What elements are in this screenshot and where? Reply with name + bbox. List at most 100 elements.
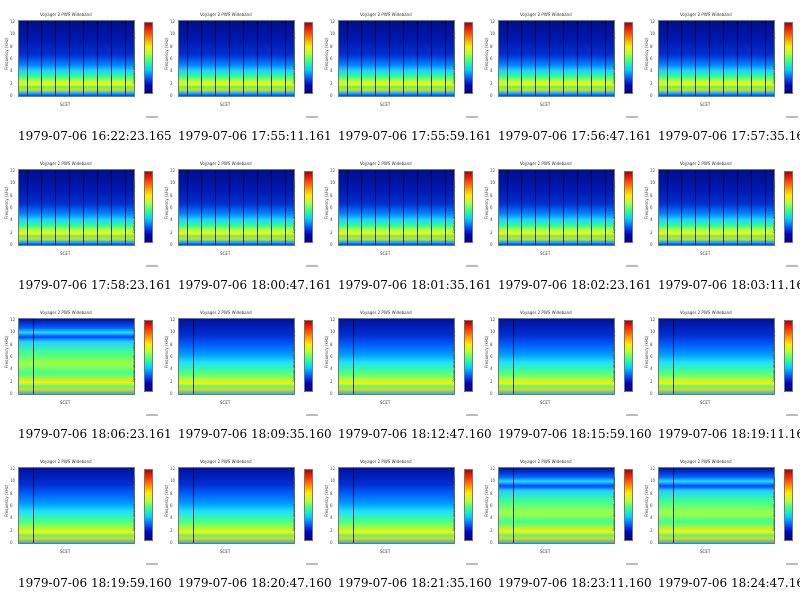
interference-line <box>549 170 550 245</box>
scet-label: SCET <box>380 102 391 107</box>
spectrogram-tile: Voyager 2 PWS Wideband Frequency (kHz) 12 1… <box>480 149 652 298</box>
footer-stamp <box>146 116 158 118</box>
spectrogram-panel: Voyager 2 PWS Wideband Frequency (kHz) 12 1… <box>0 447 160 567</box>
interference-line <box>709 170 710 245</box>
scet-label: SCET <box>700 400 711 405</box>
footer-stamp <box>306 265 318 267</box>
colorbar <box>144 171 153 243</box>
plot-timestamp-caption: 1979-07-06 18:12:47.160 <box>338 427 492 441</box>
colorbar <box>464 320 473 392</box>
spectrogram-panel: Voyager 2 PWS Wideband Frequency (kHz) 12 1… <box>0 298 160 418</box>
spectrogram-tile: Voyager 2 PWS Wideband Frequency (kHz) 12 1… <box>480 0 652 149</box>
y-tick-label: 2 <box>170 527 173 533</box>
interference-line <box>69 21 70 96</box>
y-tick-label: 10 <box>170 180 176 186</box>
y-tick-label: 0 <box>330 241 333 247</box>
interference-line <box>257 170 258 245</box>
y-tick-label: 0 <box>650 92 653 98</box>
y-tick-label: 8 <box>170 341 173 347</box>
y-tick-label: 0 <box>650 390 653 396</box>
spectrogram-tile: Voyager 2 PWS Wideband Frequency (kHz) 12 1… <box>480 298 652 447</box>
y-tick-label: 0 <box>490 241 493 247</box>
panel-title: Voyager 2 PWS Wideband <box>360 161 412 166</box>
y-tick-label: 2 <box>490 229 493 235</box>
y-tick-label: 10 <box>490 329 496 335</box>
interference-line <box>41 21 42 96</box>
spectrogram-image <box>498 20 615 97</box>
spectrogram-tile: Voyager 2 PWS Wideband Frequency (kHz) 12 1… <box>640 0 800 149</box>
interference-line <box>97 170 98 245</box>
interference-line <box>201 170 202 245</box>
colorbar <box>304 320 313 392</box>
y-tick-label: 6 <box>10 353 13 359</box>
y-axis-label: Frequency (kHz) <box>644 37 649 70</box>
colorbar <box>624 22 633 94</box>
plot-timestamp-caption: 1979-07-06 18:09:35.160 <box>178 427 332 441</box>
y-tick-label: 10 <box>650 329 656 335</box>
footer-stamp <box>786 116 798 118</box>
footer-stamp <box>146 563 158 565</box>
interference-line <box>681 170 682 245</box>
y-axis-label: Frequency (kHz) <box>644 335 649 368</box>
y-tick-label: 0 <box>650 241 653 247</box>
plot-timestamp-caption: 1979-07-06 17:55:59.161 <box>338 129 492 143</box>
spectrogram-image <box>498 318 615 395</box>
y-tick-label: 4 <box>490 366 493 372</box>
plot-timestamp-caption: 1979-07-06 18:20:47.160 <box>178 576 332 590</box>
y-tick-label: 6 <box>170 502 173 508</box>
scet-label: SCET <box>220 251 231 256</box>
y-tick-label: 4 <box>650 366 653 372</box>
y-axis-label: Frequency (kHz) <box>484 37 489 70</box>
plot-timestamp-caption: 1979-07-06 18:19:59.160 <box>18 576 172 590</box>
interference-line <box>27 170 28 245</box>
colorbar-label: relative power spectral density <box>292 328 296 383</box>
panel-title: Voyager 2 PWS Wideband <box>40 459 92 464</box>
y-tick-label: 8 <box>170 43 173 49</box>
interference-line <box>521 21 522 96</box>
y-axis-label: Frequency (kHz) <box>324 186 329 219</box>
scet-label: SCET <box>220 549 231 554</box>
y-tick-label: 8 <box>330 43 333 49</box>
y-tick-label: 10 <box>10 478 16 484</box>
spectrogram-tile: Voyager 2 PWS Wideband Frequency (kHz) 12 1… <box>640 298 800 447</box>
interference-line <box>83 21 84 96</box>
interference-line <box>353 468 354 543</box>
interference-line <box>507 21 508 96</box>
colorbar-label: relative power spectral density <box>612 328 616 383</box>
spectrogram-image <box>338 318 455 395</box>
y-tick-label: 4 <box>490 217 493 223</box>
y-tick-label: 2 <box>650 378 653 384</box>
spectrogram-image <box>658 20 775 97</box>
scet-label: SCET <box>220 400 231 405</box>
y-tick-label: 6 <box>650 502 653 508</box>
interference-line <box>193 319 194 394</box>
footer-stamp <box>146 414 158 416</box>
interference-line <box>445 170 446 245</box>
y-tick-label: 2 <box>330 527 333 533</box>
scet-label: SCET <box>700 251 711 256</box>
colorbar-label: relative power spectral density <box>132 328 136 383</box>
y-tick-label: 6 <box>490 204 493 210</box>
spectrogram-panel: Voyager 2 PWS Wideband Frequency (kHz) 12 1… <box>320 149 480 269</box>
interference-line <box>577 21 578 96</box>
interference-line <box>375 170 376 245</box>
y-tick-label: 8 <box>650 43 653 49</box>
spectrogram-tile: Voyager 2 PWS Wideband Frequency (kHz) 12 1… <box>320 0 492 149</box>
y-tick-label: 0 <box>10 241 13 247</box>
interference-line <box>535 170 536 245</box>
y-tick-label: 4 <box>490 515 493 521</box>
y-tick-label: 10 <box>490 31 496 37</box>
y-tick-label: 8 <box>490 43 493 49</box>
y-tick-label: 8 <box>170 490 173 496</box>
spectrogram-image <box>658 318 775 395</box>
footer-stamp <box>626 563 638 565</box>
y-tick-label: 10 <box>490 180 496 186</box>
spectrogram-image <box>338 20 455 97</box>
interference-line <box>353 319 354 394</box>
colorbar-label: relative power spectral density <box>452 30 456 85</box>
footer-stamp <box>306 414 318 416</box>
footer-stamp <box>626 265 638 267</box>
interference-line <box>431 21 432 96</box>
y-tick-label: 0 <box>490 390 493 396</box>
spectrogram-panel: Voyager 2 PWS Wideband Frequency (kHz) 12 1… <box>640 447 800 567</box>
